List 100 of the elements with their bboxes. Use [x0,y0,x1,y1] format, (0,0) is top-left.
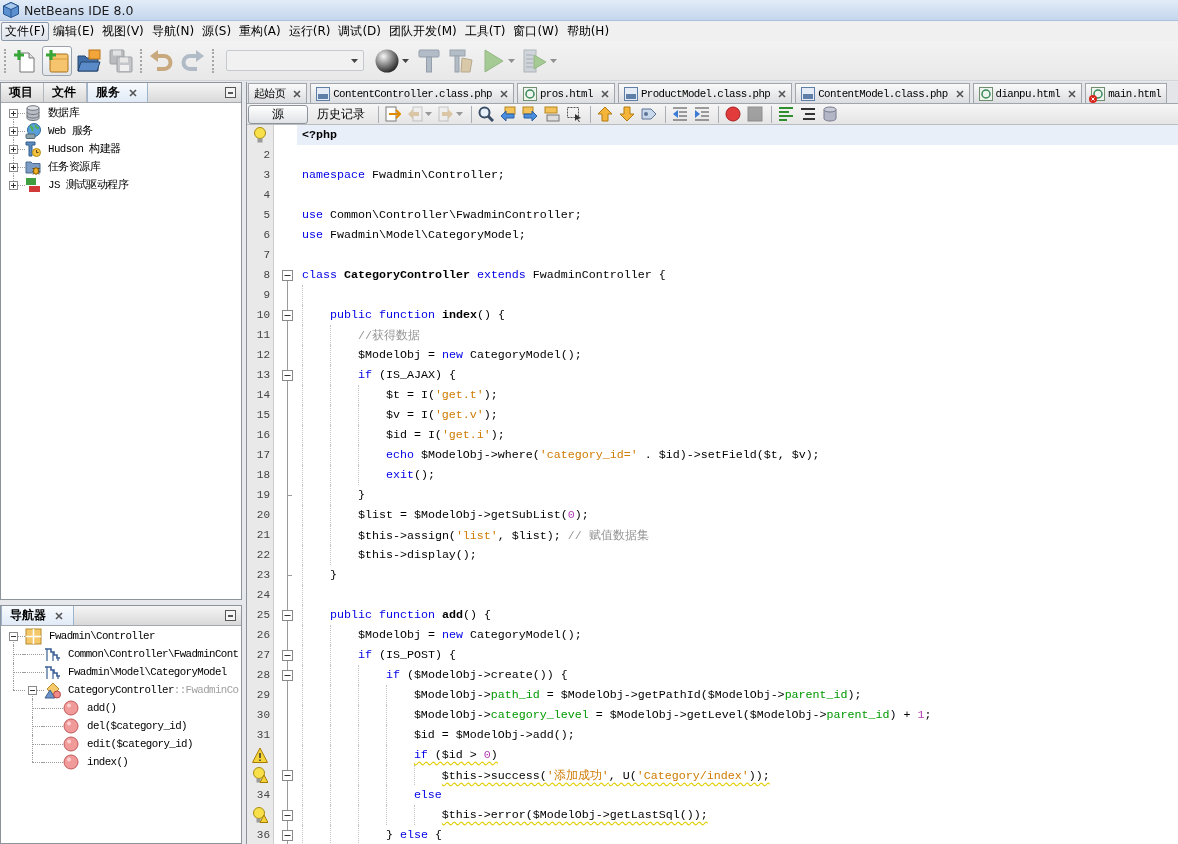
tree-item[interactable]: del($category_id) [86,720,188,732]
editor-tab[interactable]: 起始页 [248,83,308,103]
collapse-icon[interactable] [282,829,293,841]
expand-icon[interactable] [9,162,18,172]
close-icon[interactable] [1068,89,1077,98]
collapse-icon[interactable] [9,631,18,641]
find-next-button[interactable] [520,104,540,124]
selection-icon [566,106,582,122]
collapse-icon[interactable] [28,685,37,695]
tree-item[interactable]: 任务资源库 [47,160,101,174]
record-macro-button[interactable] [723,104,743,124]
close-icon[interactable] [955,89,964,98]
close-icon[interactable] [129,88,137,97]
code-line: //获得数据 [357,327,420,343]
redo-icon [181,48,205,73]
undo-icon [149,48,173,73]
collapse-icon[interactable] [282,769,293,781]
tree-item[interactable]: Fwadmin\Model\CategoryModel [67,666,228,678]
tree-item[interactable]: JS 测试驱动程序 [47,178,130,192]
line-number: 3 [263,169,270,181]
collapse-icon[interactable] [282,669,293,681]
editor-tab[interactable]: dianpu.html [972,83,1083,103]
close-icon[interactable] [778,89,787,98]
new-project-button[interactable] [42,45,72,76]
editor-tab[interactable]: ContentModel.class.php [795,83,970,103]
tree-item[interactable]: index() [86,756,130,768]
minimize-icon[interactable] [225,87,236,98]
view-tab[interactable]: 历史记录 [310,104,372,124]
tree-item[interactable]: 数据库 [47,106,81,120]
close-icon[interactable] [499,89,508,98]
menu-item[interactable]: 重构(A) [235,21,285,41]
shift-right-button[interactable] [692,104,712,124]
search-icon [478,106,494,122]
editor-tab[interactable]: ContentController.class.php [310,83,514,103]
menu-item[interactable]: 团队开发(M) [385,21,461,41]
next-bookmark-button[interactable] [617,104,637,124]
last-edit-button[interactable] [383,104,403,124]
close-icon[interactable] [55,611,63,620]
panel-tab[interactable]: 导航器 [1,606,74,625]
previous-bookmark-button[interactable] [595,104,615,124]
find-button[interactable] [476,104,496,124]
menu-item[interactable]: 调试(D) [334,21,385,41]
editor-tab[interactable]: pros.html [516,83,615,103]
tree-item[interactable]: Fwadmin\Controller [48,630,156,642]
line-number: 26 [256,629,270,641]
code-line: $this->success('添加成功', U('Category/index')); [441,767,770,783]
close-icon[interactable] [293,89,302,98]
menu-item[interactable]: 编辑(E) [49,21,99,41]
code-line: class CategoryController extends FwadminController { [302,268,666,282]
hammer-broom-icon [449,48,473,73]
collapse-icon[interactable] [282,609,293,621]
tree-item[interactable]: add() [86,702,118,714]
tree-item[interactable]: Common\Controller\FwadminCont [67,648,240,660]
arrow-up-icon [597,106,613,122]
line-number: 13 [256,369,270,381]
comment-button[interactable] [776,104,796,124]
boxes-icon [544,106,560,122]
view-tab[interactable]: 源 [248,104,308,124]
line-number: 29 [256,689,270,701]
globe-icon [25,123,41,139]
code-line: $ModelObj->path_id = $ModelObj->getPathId($ModelObj->parent_id); [413,688,862,702]
expand-icon[interactable] [9,180,18,190]
menu-item[interactable]: 运行(R) [284,21,335,41]
tree-item[interactable]: Web 服务 [47,124,94,138]
menu-item[interactable]: 源(S) [198,21,236,41]
panel-tab[interactable]: 项目 [1,83,44,102]
menu-item[interactable]: 导航(N) [147,21,199,41]
code-line: $ModelObj->category_level = $ModelObj->getLevel($ModelObj->parent_id) + 1; [413,708,932,722]
collapse-icon[interactable] [282,809,293,821]
tag-icon [641,106,657,122]
line-number: 8 [263,269,270,281]
code-line: if (IS_POST) { [357,648,456,662]
code-line: } [357,488,365,502]
tree-item[interactable]: edit($category_id) [86,738,194,750]
panel-tab[interactable]: 服务 [87,83,148,102]
collapse-icon[interactable] [282,649,293,661]
expand-icon[interactable] [9,108,18,118]
code-line: $v = I('get.v'); [385,408,498,422]
database-icon [25,105,41,121]
tree-item[interactable]: CategoryController::FwadminCo [67,684,240,696]
menu-item[interactable]: 文件(F) [1,21,50,41]
expand-icon[interactable] [9,126,18,136]
collapse-icon[interactable] [282,369,293,381]
find-previous-button[interactable] [498,104,518,124]
menu-item[interactable]: 工具(T) [460,21,510,41]
shift-left-button[interactable] [670,104,690,124]
menu-item[interactable]: 视图(V) [98,21,148,41]
menu-item[interactable]: 窗口(W) [509,21,563,41]
minimize-icon[interactable] [225,610,236,621]
expand-icon[interactable] [9,144,18,154]
menu-item[interactable]: 帮助(H) [562,21,614,41]
box-arrow-left-icon [500,106,516,122]
collapse-icon[interactable] [282,309,293,321]
editor-tab[interactable]: ProductModel.class.php [617,83,793,103]
editor-tab[interactable]: main.html [1085,83,1168,103]
tree-item[interactable]: Hudson 构建器 [47,142,122,156]
close-icon[interactable] [600,89,609,98]
stop-icon [747,106,763,122]
caret-icon [351,58,358,63]
collapse-icon[interactable] [282,269,293,281]
